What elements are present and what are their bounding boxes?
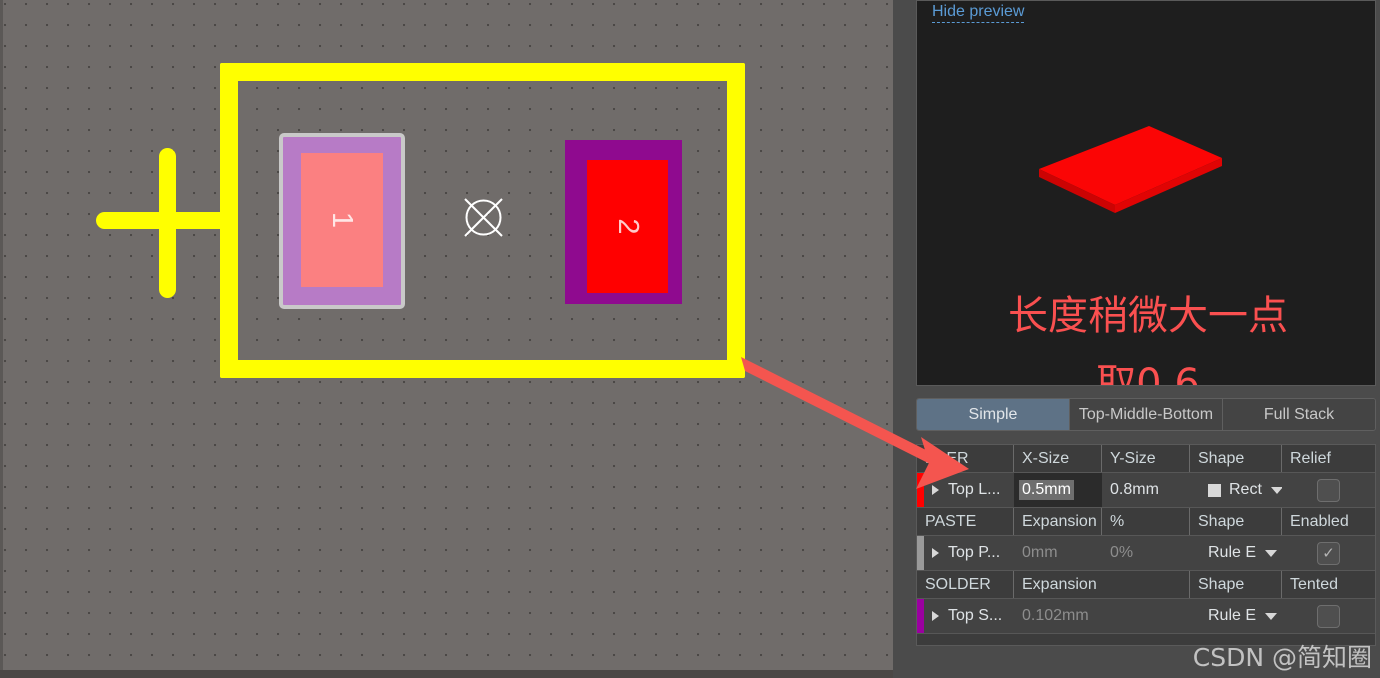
header-expansion-paste: Expansion <box>1014 508 1102 535</box>
rect-shape-icon <box>1208 483 1221 497</box>
table-row-top-layer[interactable]: Top L... 0.5mm 0.8mm Rect <box>917 473 1375 508</box>
row-color-indicator-solder <box>917 599 924 633</box>
expand-arrow-icon[interactable] <box>932 485 939 495</box>
cell-solder-expansion[interactable]: 0.102mm <box>1014 599 1190 633</box>
annotation-note-line1: 长度稍微大一点 <box>1008 293 1288 339</box>
header-percent: % <box>1102 508 1190 535</box>
table-header-paste: PASTE Expansion % Shape Enabled <box>917 508 1375 536</box>
header-y-size: Y-Size <box>1102 445 1190 472</box>
cell-paste-percent[interactable]: 0% <box>1102 536 1190 570</box>
tab-full-stack[interactable]: Full Stack <box>1223 399 1375 430</box>
table-header-solder: SOLDER Expansion Shape Tented <box>917 571 1375 599</box>
expand-arrow-icon[interactable] <box>932 548 939 558</box>
check-icon: ✓ <box>1322 544 1335 562</box>
header-shape-solder: Shape <box>1190 571 1282 598</box>
cell-solder-shape-dropdown[interactable]: Rule E <box>1190 599 1282 633</box>
cell-layer-top-solder[interactable]: Top S... <box>924 599 1014 633</box>
silkscreen-line-bottom[interactable] <box>220 360 745 378</box>
x-size-value: 0.5mm <box>1019 480 1074 500</box>
header-shape-paste: Shape <box>1190 508 1282 535</box>
cell-paste-expansion[interactable]: 0mm <box>1014 536 1102 570</box>
cell-paste-shape-dropdown[interactable]: Rule E <box>1190 536 1282 570</box>
header-copper: PPER <box>917 445 1014 472</box>
tented-checkbox[interactable] <box>1317 604 1340 628</box>
cell-shape-dropdown[interactable]: Rect <box>1190 473 1282 507</box>
silkscreen-line-right[interactable] <box>727 63 745 378</box>
canvas-bottom-bar <box>0 670 893 678</box>
header-enabled: Enabled <box>1290 512 1349 530</box>
silkscreen-line-top[interactable] <box>220 63 745 81</box>
annotation-note-line2: 取0.6 <box>1096 361 1200 386</box>
paste-expansion-value: 0mm <box>1022 544 1058 561</box>
chevron-down-icon[interactable] <box>1270 486 1282 494</box>
header-paste: PASTE <box>917 508 1014 535</box>
cell-x-size-input[interactable]: 0.5mm <box>1014 473 1102 507</box>
cell-y-size-input[interactable]: 0.8mm <box>1102 473 1190 507</box>
hide-preview-link[interactable]: Hide preview <box>932 3 1025 23</box>
paste-shape-value: Rule E <box>1208 544 1257 561</box>
cell-tented-checkbox[interactable] <box>1282 599 1375 633</box>
cell-layer-label: Top P... <box>948 544 1001 561</box>
app-root: 1 2 Hide preview 长度稍微大一点 取0.6 Simple Top… <box>0 0 1380 678</box>
shape-value: Rect <box>1229 481 1262 498</box>
enabled-checkbox[interactable]: ✓ <box>1317 541 1340 565</box>
table-row-top-paste[interactable]: Top P... 0mm 0% Rule E ✓ <box>917 536 1375 571</box>
pad-layer-property-table[interactable]: PPER X-Size Y-Size Shape Relief Top L...… <box>916 444 1376 646</box>
header-shape: Shape <box>1190 445 1282 472</box>
tab-simple[interactable]: Simple <box>917 399 1070 430</box>
pad-properties-panel: Hide preview 长度稍微大一点 取0.6 Simple Top-Mid… <box>893 0 1380 678</box>
expand-arrow-icon[interactable] <box>932 611 939 621</box>
watermark-text: CSDN @简知圈 <box>1192 643 1372 672</box>
pad-2-designator: 2 <box>612 218 644 235</box>
paste-percent-value: 0% <box>1110 544 1134 561</box>
header-x-size: X-Size <box>1014 445 1102 472</box>
pcb-footprint-canvas[interactable]: 1 2 <box>0 0 893 678</box>
pad-3d-model <box>1039 126 1222 213</box>
chevron-down-icon[interactable] <box>1265 549 1278 557</box>
pad-stack-mode-tabs[interactable]: Simple Top-Middle-Bottom Full Stack <box>916 398 1376 431</box>
row-color-indicator-paste <box>917 536 924 570</box>
pad-3d-preview[interactable]: Hide preview 长度稍微大一点 取0.6 <box>916 0 1376 386</box>
header-relief: Relief <box>1290 449 1331 467</box>
solder-expansion-value: 0.102mm <box>1022 607 1089 624</box>
tab-top-middle-bottom[interactable]: Top-Middle-Bottom <box>1070 399 1223 430</box>
y-size-value: 0.8mm <box>1110 481 1159 498</box>
pin1-marker-cross-horizontal[interactable] <box>96 212 238 229</box>
cell-layer-label: Top S... <box>948 607 1003 624</box>
relief-checkbox[interactable] <box>1317 478 1340 502</box>
cell-layer-label: Top L... <box>948 481 1001 498</box>
panel-inner: Hide preview 长度稍微大一点 取0.6 Simple Top-Mid… <box>916 0 1380 678</box>
table-row-top-solder[interactable]: Top S... 0.102mm Rule E <box>917 599 1375 634</box>
cell-layer-top-layer[interactable]: Top L... <box>924 473 1014 507</box>
header-tented: Tented <box>1290 575 1339 593</box>
cell-enabled-checkbox[interactable]: ✓ <box>1282 536 1375 570</box>
cell-layer-top-paste[interactable]: Top P... <box>924 536 1014 570</box>
table-header-copper: PPER X-Size Y-Size Shape Relief <box>917 445 1375 473</box>
row-color-indicator-copper <box>917 473 924 507</box>
canvas-left-edge <box>0 0 3 678</box>
cell-relief-checkbox[interactable] <box>1282 473 1375 507</box>
pad-1-designator: 1 <box>326 211 359 229</box>
origin-crosshair-circle-icon <box>464 198 503 237</box>
header-solder: SOLDER <box>917 571 1014 598</box>
solder-shape-value: Rule E <box>1208 607 1257 624</box>
chevron-down-icon[interactable] <box>1265 612 1278 620</box>
header-expansion-solder: Expansion <box>1014 571 1190 598</box>
